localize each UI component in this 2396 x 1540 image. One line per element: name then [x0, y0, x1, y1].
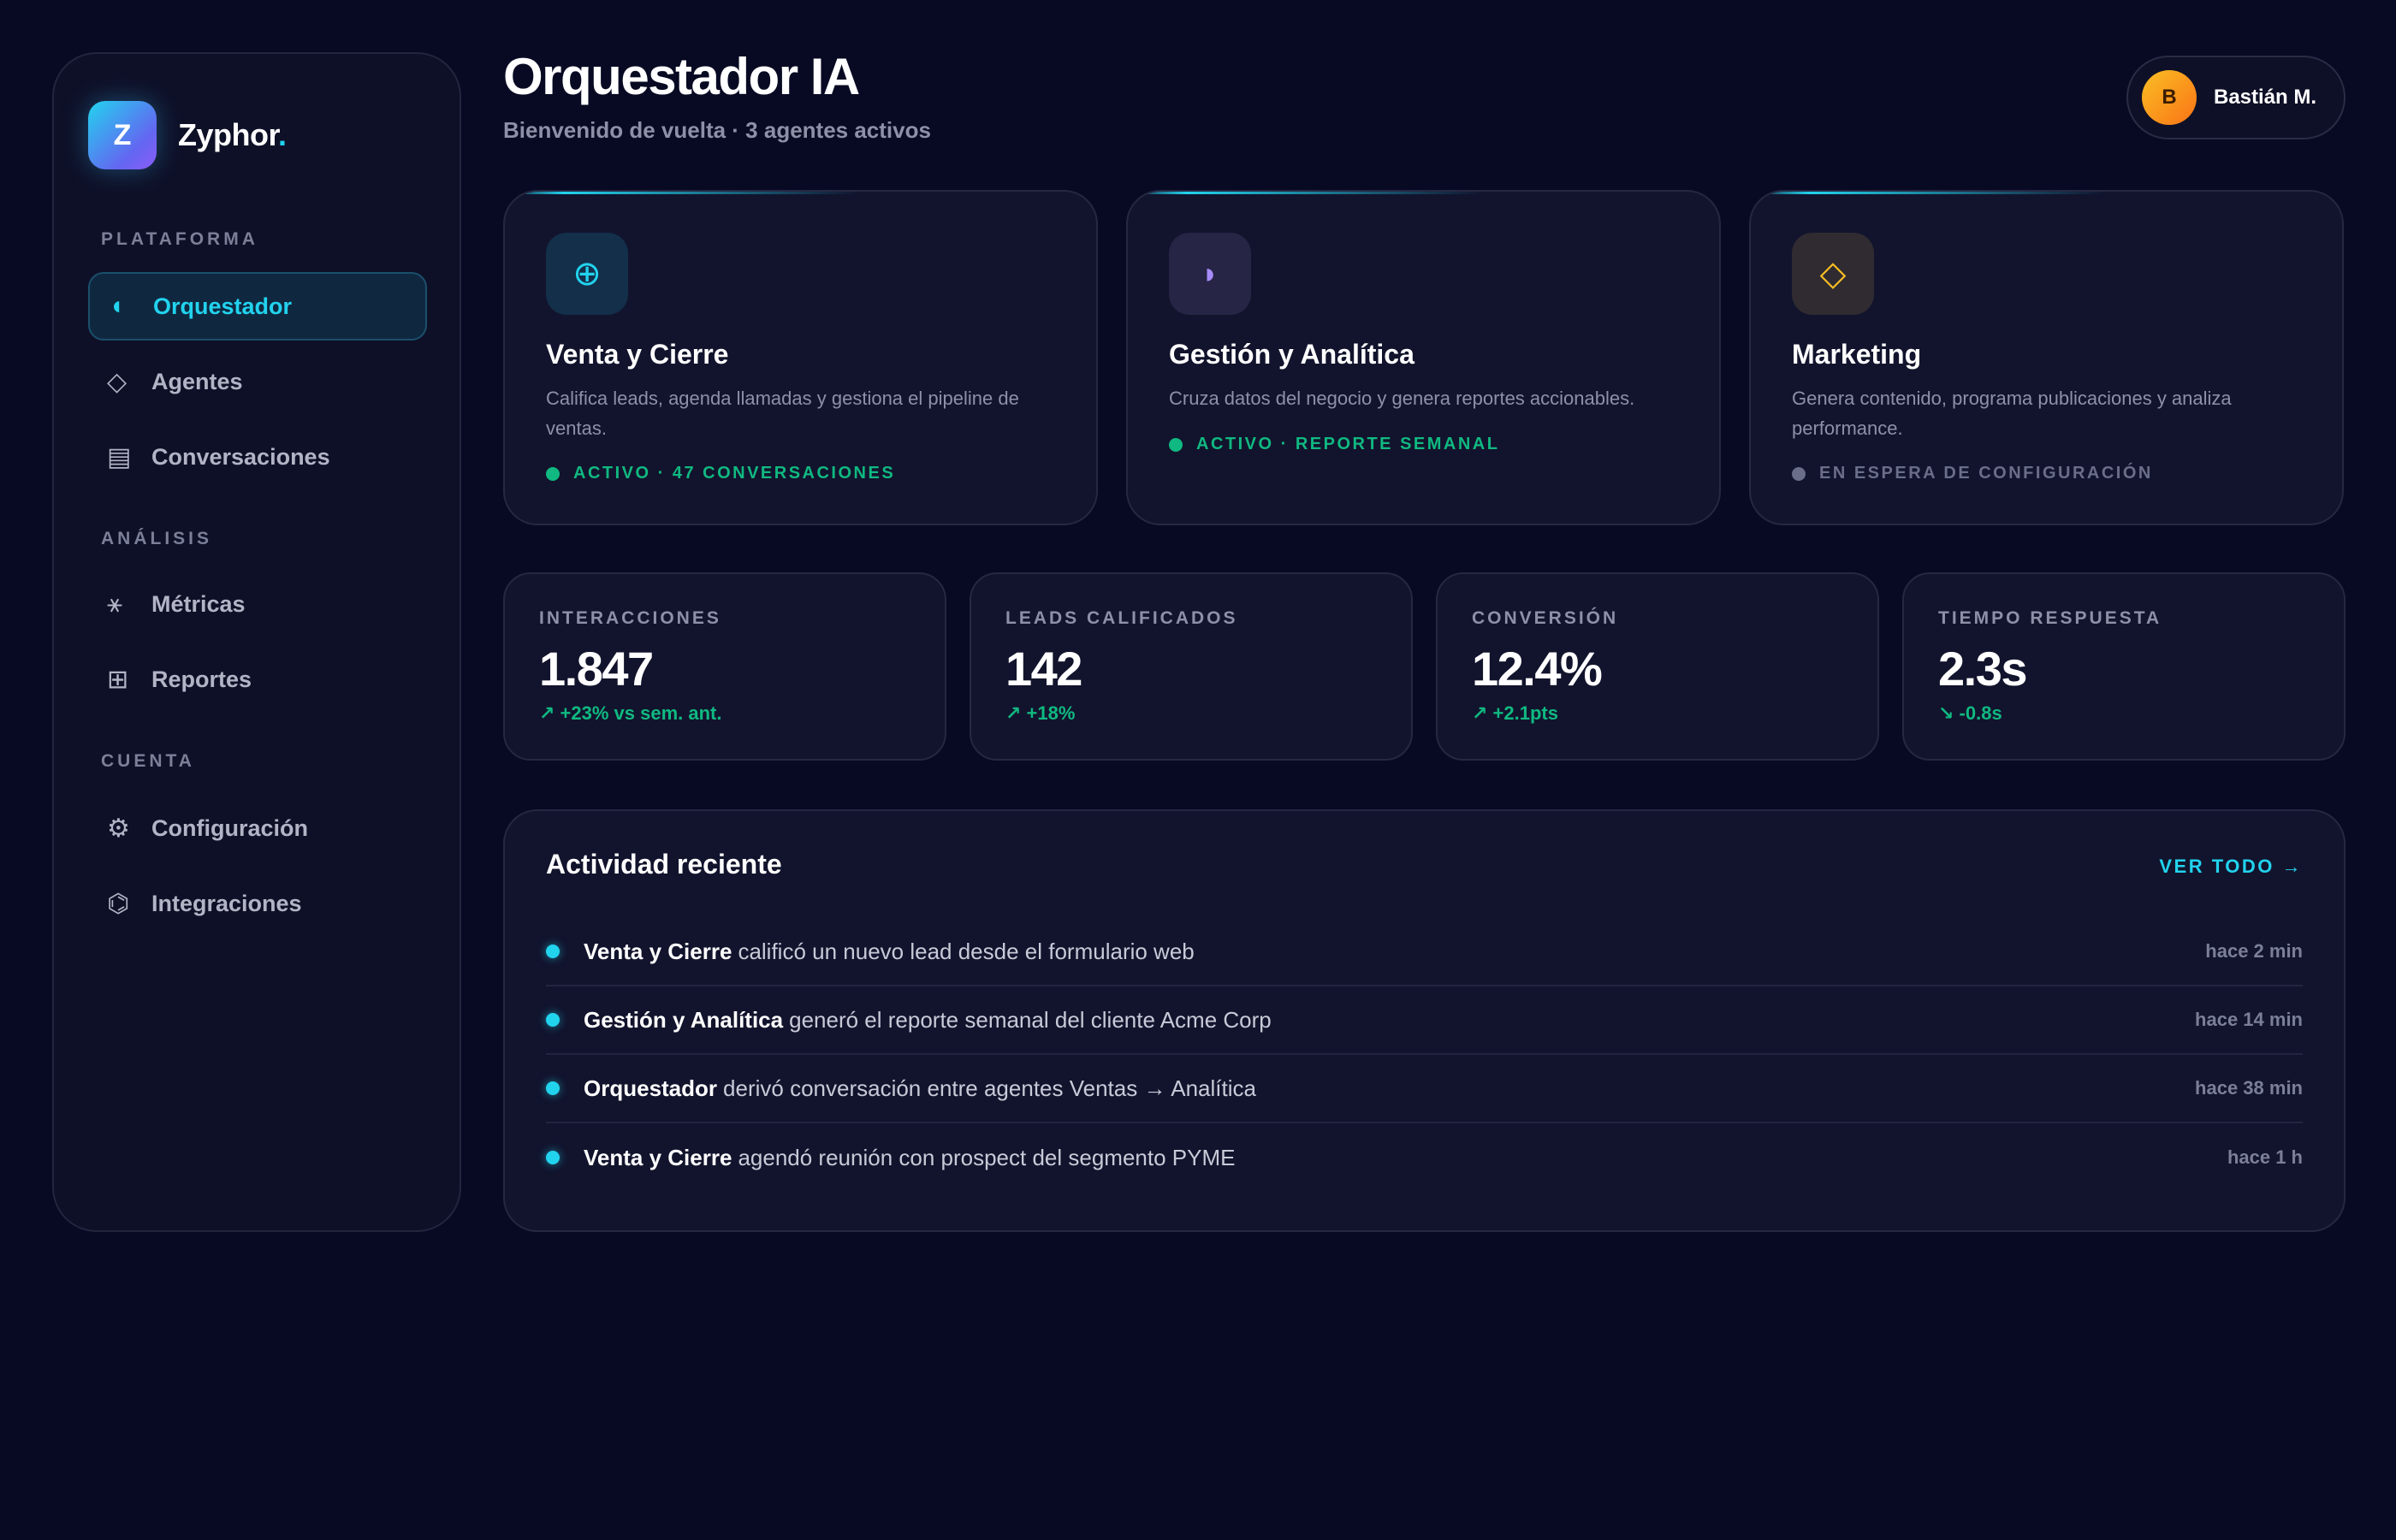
status-dot [1792, 466, 1806, 481]
stat-card-conversion: CONVERSIÓN 12.4% ↗ +2.1pts [1436, 572, 1879, 761]
plug-icon: ⌬ [107, 889, 130, 918]
activity-text: agendó reunión con prospect del segmento… [738, 1144, 1236, 1170]
agent-name: Venta y Cierre [546, 339, 729, 370]
stat-delta: ↗ +2.1pts [1472, 702, 1558, 724]
activity-agent: Venta y Cierre [584, 938, 732, 964]
stat-card-interacciones: INTERACCIONES 1.847 ↗ +23% vs sem. ant. [503, 572, 946, 761]
agent-description: Califica leads, agenda llamadas y gestio… [546, 388, 1019, 439]
activity-text: calificó un nuevo lead desde el formular… [738, 938, 1195, 964]
activity-item[interactable]: Gestión y Analítica generó el reporte se… [546, 986, 2303, 1055]
diamond-icon: ◇ [1792, 233, 1874, 315]
activity-item[interactable]: Venta y Cierre agendó reunión con prospe… [546, 1123, 2303, 1192]
activity-time: hace 14 min [2195, 1009, 2303, 1030]
sidebar-item-label: Configuración [151, 814, 308, 841]
agent-status: ACTIVO · REPORTE SEMANAL [1169, 435, 1499, 454]
stat-card-leads: LEADS CALIFICADOS 142 ↗ +18% [970, 572, 1413, 761]
sidebar-item-label: Agentes [151, 368, 243, 394]
activity-time: hace 38 min [2195, 1077, 2303, 1099]
activity-title: Actividad reciente [546, 849, 782, 880]
status-dot [546, 466, 560, 481]
orchestrator-icon: ◖ [109, 292, 125, 320]
view-all-link[interactable]: VER TODO → [2159, 856, 2303, 878]
stat-label: INTERACCIONES [539, 608, 721, 628]
stat-label: CONVERSIÓN [1472, 608, 1619, 628]
activity-agent: Orquestador [584, 1075, 718, 1101]
sidebar-item-configuracion[interactable]: ⚙ Configuración [88, 794, 427, 862]
activity-time: hace 2 min [2205, 940, 2303, 962]
sidebar-item-label: Reportes [151, 666, 252, 692]
activity-dot [546, 1151, 560, 1164]
sidebar-item-orquestador[interactable]: ◖ Orquestador [88, 272, 427, 341]
agent-status-text: ACTIVO · REPORTE SEMANAL [1196, 435, 1500, 453]
section-label-plataforma: PLATAFORMA [101, 229, 258, 249]
sidebar-item-integraciones[interactable]: ⌬ Integraciones [88, 869, 427, 938]
activity-agent: Gestión y Analítica [584, 1006, 784, 1033]
sidebar-item-label: Integraciones [151, 890, 302, 916]
agent-card-gestion-analitica[interactable]: ◗ Gestión y Analítica Cruza datos del ne… [1126, 190, 1721, 525]
sidebar-item-reportes[interactable]: ⊞ Reportes [88, 645, 427, 714]
gear-icon: ⚙ [107, 814, 130, 843]
sidebar: Z Zyphor. PLATAFORMA ◖ Orquestador ◇ Age… [52, 52, 461, 1232]
activity-text: derivó conversación entre agentes Ventas… [723, 1075, 1256, 1101]
activity-item[interactable]: Venta y Cierre calificó un nuevo lead de… [546, 918, 2303, 986]
stat-delta: ↗ +18% [1005, 702, 1076, 724]
section-label-cuenta: CUENTA [101, 751, 195, 771]
agent-status: ACTIVO · 47 CONVERSACIONES [546, 464, 895, 483]
section-label-analisis: ANÁLISIS [101, 529, 213, 548]
activity-item[interactable]: Orquestador derivó conversación entre ag… [546, 1055, 2303, 1123]
metrics-icon: ⚹ [107, 589, 122, 618]
stat-label: TIEMPO RESPUESTA [1938, 608, 2162, 628]
agent-name: Marketing [1792, 339, 1922, 370]
agent-name: Gestión y Analítica [1169, 339, 1414, 370]
brand-logo: Z [88, 101, 157, 169]
sidebar-item-label: Conversaciones [151, 443, 330, 470]
activity-agent: Venta y Cierre [584, 1144, 732, 1170]
diamond-icon: ◇ [107, 367, 128, 396]
agent-description: Cruza datos del negocio y genera reporte… [1169, 388, 1635, 409]
sidebar-item-agentes[interactable]: ◇ Agentes [88, 347, 427, 416]
agent-status: EN ESPERA DE CONFIGURACIÓN [1792, 464, 2153, 483]
page-subtitle: Bienvenido de vuelta · 3 agentes activos [503, 117, 931, 143]
stat-delta: ↘ -0.8s [1938, 702, 2002, 724]
user-menu[interactable]: B Bastián M. [2126, 56, 2346, 139]
stat-label: LEADS CALIFICADOS [1005, 608, 1238, 628]
sidebar-item-label: Orquestador [153, 293, 293, 319]
activity-dot [546, 1081, 560, 1095]
target-icon: ⊕ [546, 233, 628, 315]
brand[interactable]: Z Zyphor. [88, 101, 287, 169]
stat-card-tiempo-respuesta: TIEMPO RESPUESTA 2.3s ↘ -0.8s [1902, 572, 2346, 761]
stat-value: 1.847 [539, 642, 654, 696]
brand-name: Zyphor. [178, 117, 287, 152]
sidebar-item-label: Métricas [151, 590, 246, 617]
stat-value: 2.3s [1938, 642, 2028, 696]
user-name: Bastián M. [2214, 86, 2317, 109]
agent-description: Genera contenido, programa publicaciones… [1792, 388, 2232, 439]
agent-card-marketing[interactable]: ◇ Marketing Genera contenido, programa p… [1749, 190, 2344, 525]
activity-time: hace 1 h [2227, 1146, 2303, 1168]
sidebar-item-metricas[interactable]: ⚹ Métricas [88, 570, 427, 638]
status-dot [1169, 437, 1183, 452]
avatar: B [2142, 70, 2197, 125]
activity-dot [546, 945, 560, 958]
page-title: Orquestador IA [503, 48, 860, 105]
agent-status-text: ACTIVO · 47 CONVERSACIONES [573, 464, 896, 483]
chat-icon: ▤ [107, 442, 132, 471]
agent-status-text: EN ESPERA DE CONFIGURACIÓN [1819, 464, 2153, 483]
grid-icon: ⊞ [107, 665, 129, 694]
stat-value: 12.4% [1472, 642, 1603, 696]
activity-dot [546, 1013, 560, 1027]
agent-card-venta-cierre[interactable]: ⊕ Venta y Cierre Califica leads, agenda … [503, 190, 1098, 525]
sidebar-item-conversaciones[interactable]: ▤ Conversaciones [88, 423, 427, 491]
activity-panel: Actividad reciente VER TODO → Venta y Ci… [503, 809, 2346, 1232]
chart-icon: ◗ [1169, 233, 1251, 315]
stat-delta: ↗ +23% vs sem. ant. [539, 702, 722, 724]
stat-value: 142 [1005, 642, 1082, 696]
activity-text: generó el reporte semanal del cliente Ac… [789, 1006, 1272, 1033]
